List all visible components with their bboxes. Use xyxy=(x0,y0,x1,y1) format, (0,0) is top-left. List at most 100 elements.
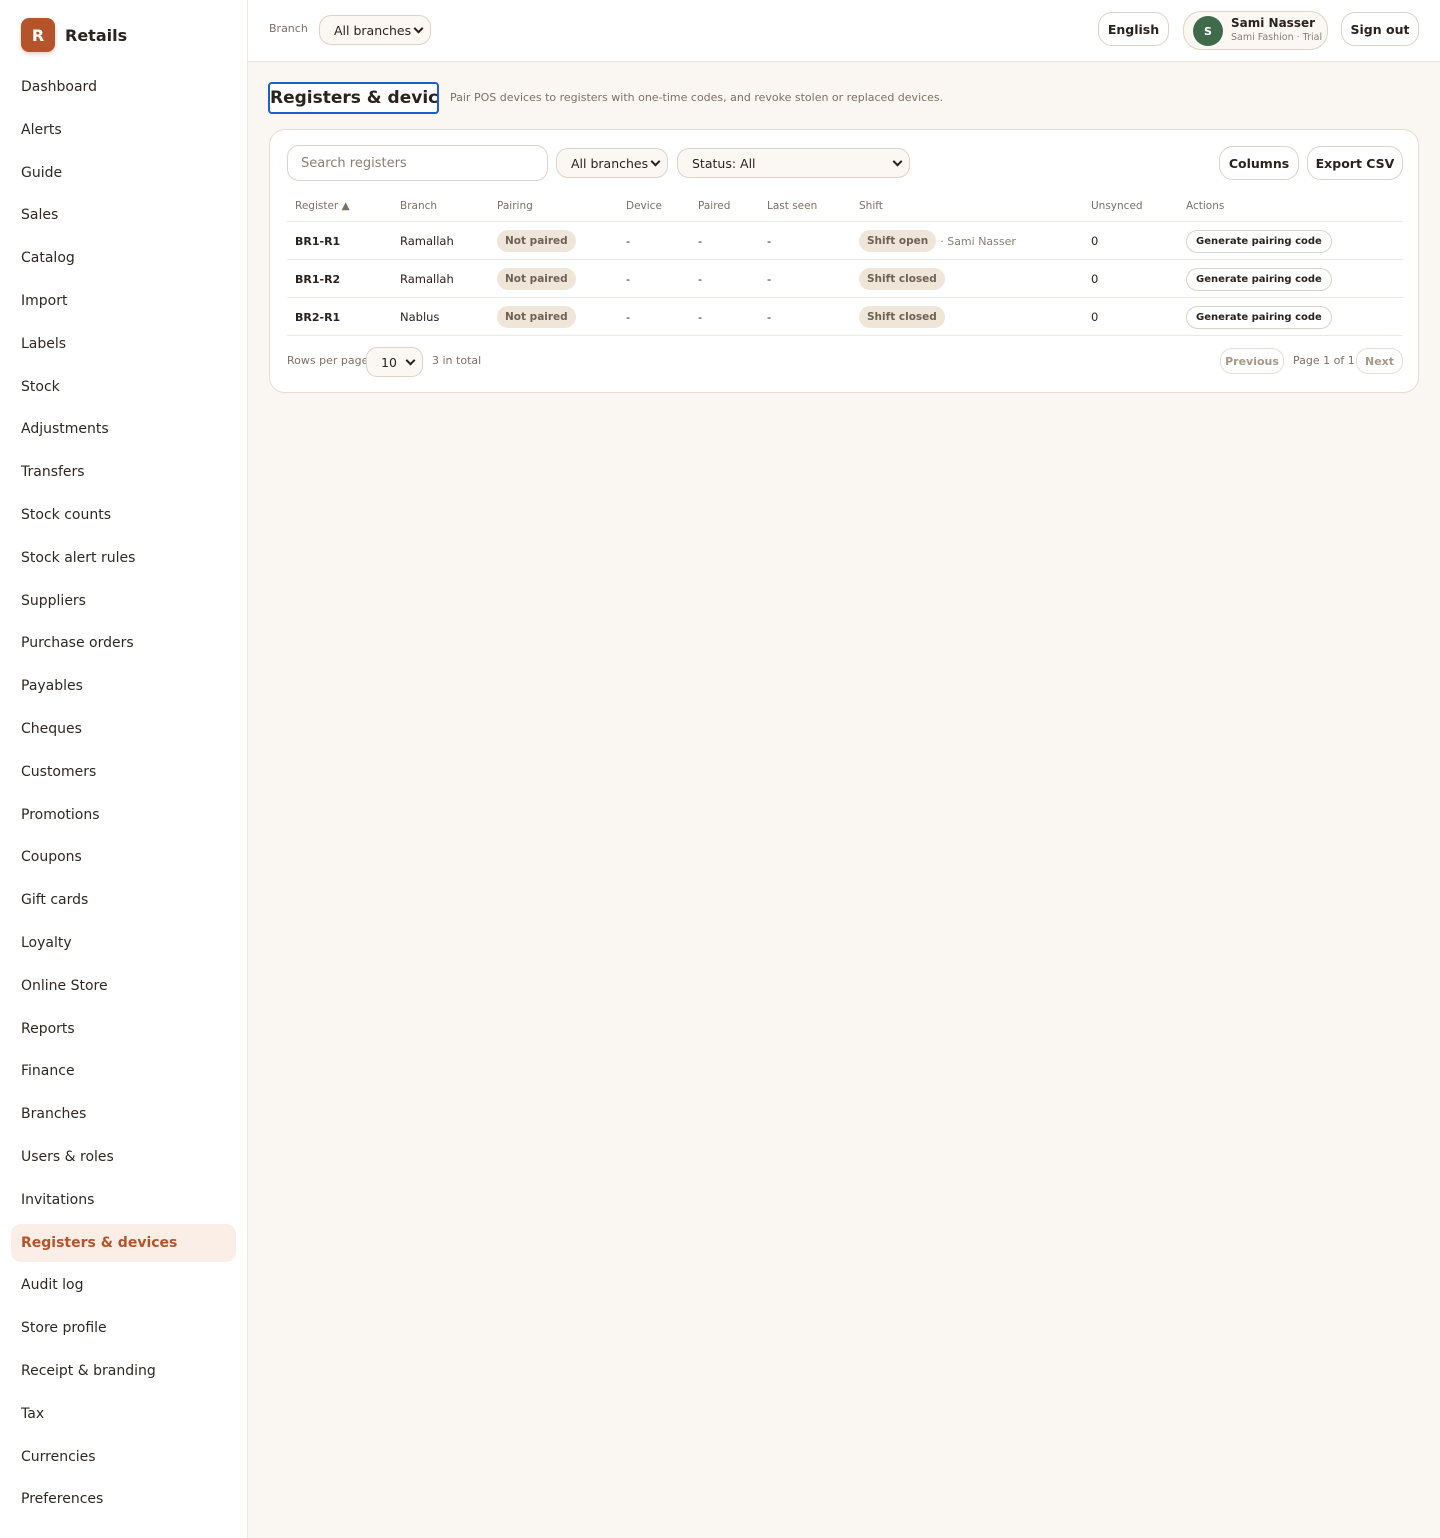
column-header-paired[interactable]: Paired xyxy=(698,200,730,212)
columns-button[interactable]: Columns xyxy=(1219,146,1299,180)
column-header-unsynced[interactable]: Unsynced xyxy=(1091,200,1143,212)
sidebar-item[interactable]: Promotions xyxy=(11,796,236,834)
column-header-last-seen[interactable]: Last seen xyxy=(767,200,817,212)
device-column: - xyxy=(626,260,630,298)
sidebar-item[interactable]: Sales xyxy=(11,196,236,234)
sidebar-item[interactable]: Labels xyxy=(11,325,236,363)
sidebar-item[interactable]: Preferences xyxy=(11,1480,236,1518)
rows-per-page-value: 10 xyxy=(381,354,397,370)
sidebar-item[interactable]: Store profile xyxy=(11,1309,236,1347)
branch-select-value: All branches xyxy=(334,22,412,38)
sidebar-item[interactable]: Finance xyxy=(11,1052,236,1090)
language-button[interactable]: English xyxy=(1098,12,1169,46)
topbar: Branch All branches English S Sami Nasse… xyxy=(248,0,1440,62)
brand[interactable]: R Retails xyxy=(21,18,127,52)
sidebar-item[interactable]: Audit log xyxy=(11,1266,236,1304)
generate-pairing-code-button[interactable]: Generate pairing code xyxy=(1186,229,1332,253)
sidebar-item[interactable]: Import xyxy=(11,282,236,320)
rows-per-page-select[interactable]: 10 xyxy=(366,347,423,377)
branch-select[interactable]: All branches xyxy=(319,15,431,45)
sidebar-item[interactable]: Dashboard xyxy=(11,68,236,106)
branch-cell: Nablus xyxy=(400,310,440,324)
sidebar-item[interactable]: Registers & devices xyxy=(11,1223,236,1262)
register-column: BR1-R1 xyxy=(295,222,340,260)
generate-pairing-code-button[interactable]: Generate pairing code xyxy=(1186,267,1332,291)
sidebar-item[interactable]: Reports xyxy=(11,1010,236,1048)
export-csv-button[interactable]: Export CSV xyxy=(1307,146,1403,180)
sidebar-item-label: Alerts xyxy=(21,121,62,138)
sidebar-item[interactable]: Guide xyxy=(11,154,236,192)
column-header-branch[interactable]: Branch xyxy=(400,200,437,212)
page-title: Registers & devices xyxy=(268,82,439,114)
sidebar-item[interactable]: Cheques xyxy=(11,710,236,748)
sidebar-item[interactable]: Catalog xyxy=(11,239,236,277)
sidebar-item-label: Dashboard xyxy=(21,79,97,95)
previous-page-button[interactable]: Previous xyxy=(1220,348,1284,374)
column-header-shift[interactable]: Shift xyxy=(859,200,883,212)
chevron-down-icon xyxy=(405,355,416,366)
generate-pairing-code-button[interactable]: Generate pairing code xyxy=(1186,305,1332,329)
unsynced-cell: 0 xyxy=(1091,310,1099,324)
sidebar-nav: Dashboard Alerts Guide Sales Catalog Import La… xyxy=(11,68,236,1523)
sidebar-item[interactable]: Users & roles xyxy=(11,1138,236,1176)
sidebar-item[interactable]: Stock xyxy=(11,368,236,406)
sidebar-item-label: Users & roles xyxy=(21,1148,114,1165)
column-header-device[interactable]: Device xyxy=(626,200,662,212)
pairing-status-badge: Not paired xyxy=(497,268,576,290)
sidebar-item-label: Online Store xyxy=(21,977,108,994)
sidebar-item[interactable]: Alerts xyxy=(11,111,236,149)
registers-card: Search registers All branches Status: Al… xyxy=(269,129,1419,393)
sidebar-item[interactable]: Transfers xyxy=(11,453,236,491)
action-column: Generate pairing code xyxy=(1186,260,1332,298)
sidebar-item[interactable]: Payables xyxy=(11,667,236,705)
pairing-column: Not paired xyxy=(497,298,576,336)
column-header-register[interactable]: Register ▲ xyxy=(295,200,350,212)
sidebar-item[interactable]: Invitations xyxy=(11,1181,236,1219)
sidebar-item-label: Sales xyxy=(21,207,59,224)
sidebar-item[interactable]: Suppliers xyxy=(11,582,236,620)
sign-out-button[interactable]: Sign out xyxy=(1341,12,1419,46)
sidebar-item[interactable]: Branches xyxy=(11,1095,236,1133)
last_seen-column: - xyxy=(767,260,771,298)
paired-column: - xyxy=(698,260,702,298)
sidebar-item-label: Gift cards xyxy=(21,892,89,909)
shift-column: Shift closed xyxy=(859,260,945,298)
last-seen-cell: - xyxy=(767,234,772,248)
user-menu[interactable]: S Sami Nasser Sami Fashion · Trial xyxy=(1183,11,1328,50)
unsynced-cell: 0 xyxy=(1091,234,1099,248)
search-input[interactable]: Search registers xyxy=(287,145,548,181)
column-header-pairing[interactable]: Pairing xyxy=(497,200,533,212)
sidebar-item[interactable]: Coupons xyxy=(11,838,236,876)
sidebar-item[interactable]: Purchase orders xyxy=(11,624,236,662)
avatar: S xyxy=(1193,16,1223,46)
branch-filter-select[interactable]: All branches xyxy=(556,148,668,178)
device-cell: - xyxy=(626,272,631,286)
sidebar-item[interactable]: Gift cards xyxy=(11,881,236,919)
branch-column: Ramallah xyxy=(400,260,454,298)
column-header-actions: Actions xyxy=(1186,200,1225,212)
sidebar-item[interactable]: Stock alert rules xyxy=(11,539,236,577)
total-count: 3 in total xyxy=(432,354,482,367)
sidebar-item[interactable]: Customers xyxy=(11,753,236,791)
sidebar-item-label: Registers & devices xyxy=(21,1234,178,1251)
page-info: Page 1 of 1 xyxy=(1293,354,1355,367)
sidebar-item[interactable]: Currencies xyxy=(11,1438,236,1476)
next-page-button[interactable]: Next xyxy=(1356,348,1403,374)
sidebar-item[interactable]: Receipt & branding xyxy=(11,1352,236,1390)
sidebar-item[interactable]: Tax xyxy=(11,1395,236,1433)
user-name: Sami Nasser xyxy=(1231,16,1316,30)
sidebar-item[interactable]: Online Store xyxy=(11,967,236,1005)
device-cell: - xyxy=(626,310,631,324)
sidebar-item-label: Import xyxy=(21,292,68,309)
branch-filter-value: All branches xyxy=(571,155,649,171)
branch-label: Branch xyxy=(269,22,308,35)
status-filter-select[interactable]: Status: All xyxy=(677,148,910,178)
unsynced-column: 0 xyxy=(1091,260,1098,298)
sidebar-item-label: Stock xyxy=(21,378,60,395)
last_seen-column: - xyxy=(767,298,771,336)
sidebar-item[interactable]: Stock counts xyxy=(11,496,236,534)
sidebar: R Retails Dashboard Alerts Guide Sales Catal… xyxy=(0,0,248,1538)
pairing-column: Not paired xyxy=(497,222,576,260)
sidebar-item[interactable]: Loyalty xyxy=(11,924,236,962)
sidebar-item[interactable]: Adjustments xyxy=(11,410,236,448)
